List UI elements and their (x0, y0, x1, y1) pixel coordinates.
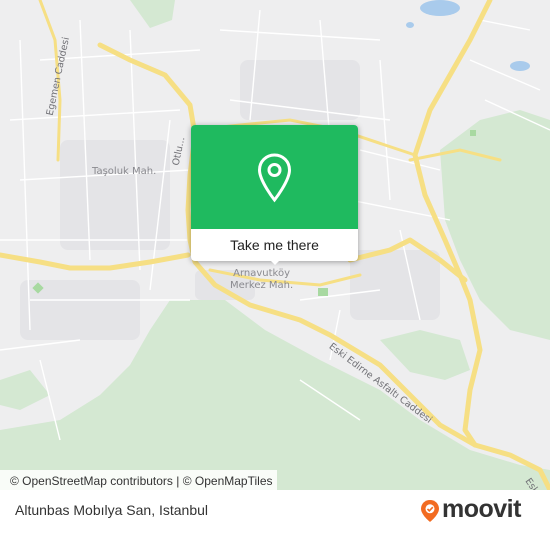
moovit-logo-text: moovit (442, 495, 521, 523)
popup-pointer (270, 260, 280, 265)
attribution-separator: | (176, 473, 180, 488)
place-name: Altunbas Mobılya San, Istanbul (15, 502, 209, 518)
popup-header (191, 125, 358, 229)
moovit-pin-icon (420, 499, 440, 528)
lake-north (420, 0, 460, 16)
green-area-west (0, 370, 50, 410)
green-area-north (130, 0, 175, 28)
place-label-arnavutkoy-line2: Merkez Mah. (230, 280, 294, 291)
map[interactable]: Taşoluk Mah. Arnavutköy Merkez Mah. Egem… (0, 0, 550, 490)
osm-attribution-link[interactable]: © OpenStreetMap contributors (10, 474, 173, 488)
pond-east (510, 61, 530, 71)
map-attribution: © OpenStreetMap contributors | © OpenMap… (0, 470, 277, 490)
place-label-arnavutkoy: Arnavutköy Merkez Mah. (230, 268, 293, 292)
place-label-arnavutkoy-line1: Arnavutköy (233, 268, 291, 279)
location-popup: Take me there (191, 125, 358, 265)
green-area-mid (380, 330, 470, 380)
green-area-east (440, 110, 550, 340)
take-me-there-button[interactable]: Take me there (191, 229, 358, 261)
footer: Altunbas Mobılya San, Istanbul moovit (0, 490, 550, 550)
omt-attribution-link[interactable]: © OpenMapTiles (183, 474, 273, 488)
place-label-tasoluk: Taşoluk Mah. (92, 166, 157, 177)
